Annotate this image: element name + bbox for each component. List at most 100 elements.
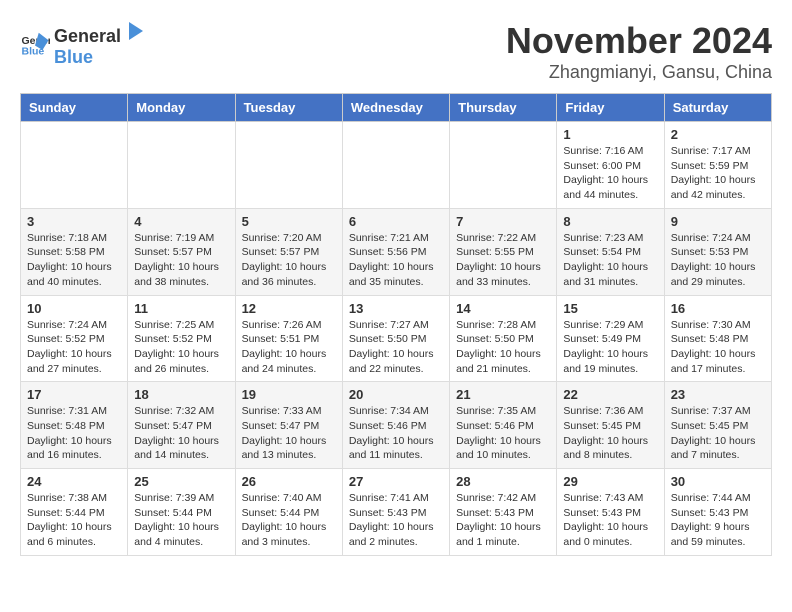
calendar-cell: 9 Sunrise: 7:24 AM Sunset: 5:53 PM Daylig…	[664, 208, 771, 295]
day-number: 22	[563, 387, 657, 402]
day-info: Sunrise: 7:24 AM Sunset: 5:53 PM Dayligh…	[671, 231, 765, 290]
day-number: 17	[27, 387, 121, 402]
day-number: 25	[134, 474, 228, 489]
day-info: Sunrise: 7:26 AM Sunset: 5:51 PM Dayligh…	[242, 318, 336, 377]
calendar-week-4: 17 Sunrise: 7:31 AM Sunset: 5:48 PM Dayli…	[21, 382, 772, 469]
day-number: 30	[671, 474, 765, 489]
header-monday: Monday	[128, 94, 235, 122]
day-number: 6	[349, 214, 443, 229]
calendar-cell: 2 Sunrise: 7:17 AM Sunset: 5:59 PM Daylig…	[664, 122, 771, 209]
day-info: Sunrise: 7:22 AM Sunset: 5:55 PM Dayligh…	[456, 231, 550, 290]
day-info: Sunrise: 7:31 AM Sunset: 5:48 PM Dayligh…	[27, 404, 121, 463]
calendar-cell: 25 Sunrise: 7:39 AM Sunset: 5:44 PM Dayli…	[128, 469, 235, 556]
day-number: 18	[134, 387, 228, 402]
day-info: Sunrise: 7:24 AM Sunset: 5:52 PM Dayligh…	[27, 318, 121, 377]
day-info: Sunrise: 7:40 AM Sunset: 5:44 PM Dayligh…	[242, 491, 336, 550]
calendar-cell: 12 Sunrise: 7:26 AM Sunset: 5:51 PM Dayli…	[235, 295, 342, 382]
day-info: Sunrise: 7:17 AM Sunset: 5:59 PM Dayligh…	[671, 144, 765, 203]
header: General Blue General Blue November 2024 …	[20, 20, 772, 83]
day-info: Sunrise: 7:37 AM Sunset: 5:45 PM Dayligh…	[671, 404, 765, 463]
logo: General Blue General Blue	[20, 20, 145, 68]
header-wednesday: Wednesday	[342, 94, 449, 122]
calendar-week-5: 24Sunrise: 7:38 AM Sunset: 5:44 PM Dayli…	[21, 469, 772, 556]
day-info: Sunrise: 7:41 AM Sunset: 5:43 PM Dayligh…	[349, 491, 443, 550]
day-info: Sunrise: 7:28 AM Sunset: 5:50 PM Dayligh…	[456, 318, 550, 377]
day-info: Sunrise: 7:25 AM Sunset: 5:52 PM Dayligh…	[134, 318, 228, 377]
calendar-cell: 21 Sunrise: 7:35 AM Sunset: 5:46 PM Dayli…	[450, 382, 557, 469]
day-info: Sunrise: 7:43 AM Sunset: 5:43 PM Dayligh…	[563, 491, 657, 550]
day-info: Sunrise: 7:34 AM Sunset: 5:46 PM Dayligh…	[349, 404, 443, 463]
day-number: 23	[671, 387, 765, 402]
logo-blue: Blue	[54, 47, 93, 67]
calendar-cell: 11 Sunrise: 7:25 AM Sunset: 5:52 PM Dayli…	[128, 295, 235, 382]
location-title: Zhangmianyi, Gansu, China	[506, 62, 772, 83]
day-number: 3	[27, 214, 121, 229]
day-number: 13	[349, 301, 443, 316]
day-number: 7	[456, 214, 550, 229]
day-number: 10	[27, 301, 121, 316]
day-number: 20	[349, 387, 443, 402]
day-number: 8	[563, 214, 657, 229]
calendar-cell: 27Sunrise: 7:41 AM Sunset: 5:43 PM Dayli…	[342, 469, 449, 556]
calendar-cell: 30 Sunrise: 7:44 AM Sunset: 5:43 PM Dayli…	[664, 469, 771, 556]
day-info: Sunrise: 7:33 AM Sunset: 5:47 PM Dayligh…	[242, 404, 336, 463]
day-info: Sunrise: 7:16 AM Sunset: 6:00 PM Dayligh…	[563, 144, 657, 203]
calendar-cell: 24Sunrise: 7:38 AM Sunset: 5:44 PM Dayli…	[21, 469, 128, 556]
day-number: 2	[671, 127, 765, 142]
header-tuesday: Tuesday	[235, 94, 342, 122]
calendar-cell: 4 Sunrise: 7:19 AM Sunset: 5:57 PM Daylig…	[128, 208, 235, 295]
calendar-week-1: 1 Sunrise: 7:16 AM Sunset: 6:00 PM Daylig…	[21, 122, 772, 209]
day-info: Sunrise: 7:30 AM Sunset: 5:48 PM Dayligh…	[671, 318, 765, 377]
header-saturday: Saturday	[664, 94, 771, 122]
calendar-week-3: 10 Sunrise: 7:24 AM Sunset: 5:52 PM Dayli…	[21, 295, 772, 382]
calendar: SundayMondayTuesdayWednesdayThursdayFrid…	[20, 93, 772, 556]
day-number: 14	[456, 301, 550, 316]
day-info: Sunrise: 7:20 AM Sunset: 5:57 PM Dayligh…	[242, 231, 336, 290]
month-title: November 2024	[506, 20, 772, 62]
day-number: 4	[134, 214, 228, 229]
day-info: Sunrise: 7:38 AM Sunset: 5:44 PM Dayligh…	[27, 491, 121, 550]
day-info: Sunrise: 7:35 AM Sunset: 5:46 PM Dayligh…	[456, 404, 550, 463]
calendar-cell: 16 Sunrise: 7:30 AM Sunset: 5:48 PM Dayli…	[664, 295, 771, 382]
day-number: 16	[671, 301, 765, 316]
day-info: Sunrise: 7:44 AM Sunset: 5:43 PM Dayligh…	[671, 491, 765, 550]
day-number: 12	[242, 301, 336, 316]
day-number: 5	[242, 214, 336, 229]
day-info: Sunrise: 7:42 AM Sunset: 5:43 PM Dayligh…	[456, 491, 550, 550]
calendar-cell: 23 Sunrise: 7:37 AM Sunset: 5:45 PM Dayli…	[664, 382, 771, 469]
day-info: Sunrise: 7:32 AM Sunset: 5:47 PM Dayligh…	[134, 404, 228, 463]
calendar-cell	[235, 122, 342, 209]
day-info: Sunrise: 7:19 AM Sunset: 5:57 PM Dayligh…	[134, 231, 228, 290]
day-number: 11	[134, 301, 228, 316]
calendar-cell	[128, 122, 235, 209]
calendar-cell	[342, 122, 449, 209]
calendar-cell: 7 Sunrise: 7:22 AM Sunset: 5:55 PM Daylig…	[450, 208, 557, 295]
title-area: November 2024 Zhangmianyi, Gansu, China	[506, 20, 772, 83]
calendar-header-row: SundayMondayTuesdayWednesdayThursdayFrid…	[21, 94, 772, 122]
calendar-cell: 28Sunrise: 7:42 AM Sunset: 5:43 PM Dayli…	[450, 469, 557, 556]
day-info: Sunrise: 7:39 AM Sunset: 5:44 PM Dayligh…	[134, 491, 228, 550]
calendar-cell: 26 Sunrise: 7:40 AM Sunset: 5:44 PM Dayli…	[235, 469, 342, 556]
calendar-cell: 13 Sunrise: 7:27 AM Sunset: 5:50 PM Dayli…	[342, 295, 449, 382]
day-number: 9	[671, 214, 765, 229]
logo-general: General	[54, 26, 121, 47]
calendar-cell: 19 Sunrise: 7:33 AM Sunset: 5:47 PM Dayli…	[235, 382, 342, 469]
header-thursday: Thursday	[450, 94, 557, 122]
calendar-cell	[21, 122, 128, 209]
day-info: Sunrise: 7:29 AM Sunset: 5:49 PM Dayligh…	[563, 318, 657, 377]
calendar-cell: 14 Sunrise: 7:28 AM Sunset: 5:50 PM Dayli…	[450, 295, 557, 382]
header-sunday: Sunday	[21, 94, 128, 122]
calendar-cell: 22Sunrise: 7:36 AM Sunset: 5:45 PM Dayli…	[557, 382, 664, 469]
calendar-cell: 20 Sunrise: 7:34 AM Sunset: 5:46 PM Dayli…	[342, 382, 449, 469]
day-number: 1	[563, 127, 657, 142]
day-number: 29	[563, 474, 657, 489]
logo-arrow-icon	[123, 20, 145, 42]
calendar-cell: 6Sunrise: 7:21 AM Sunset: 5:56 PM Daylig…	[342, 208, 449, 295]
day-info: Sunrise: 7:27 AM Sunset: 5:50 PM Dayligh…	[349, 318, 443, 377]
day-number: 19	[242, 387, 336, 402]
calendar-week-2: 3Sunrise: 7:18 AM Sunset: 5:58 PM Daylig…	[21, 208, 772, 295]
svg-text:Blue: Blue	[22, 46, 45, 58]
day-number: 21	[456, 387, 550, 402]
day-number: 26	[242, 474, 336, 489]
calendar-cell: 29 Sunrise: 7:43 AM Sunset: 5:43 PM Dayli…	[557, 469, 664, 556]
